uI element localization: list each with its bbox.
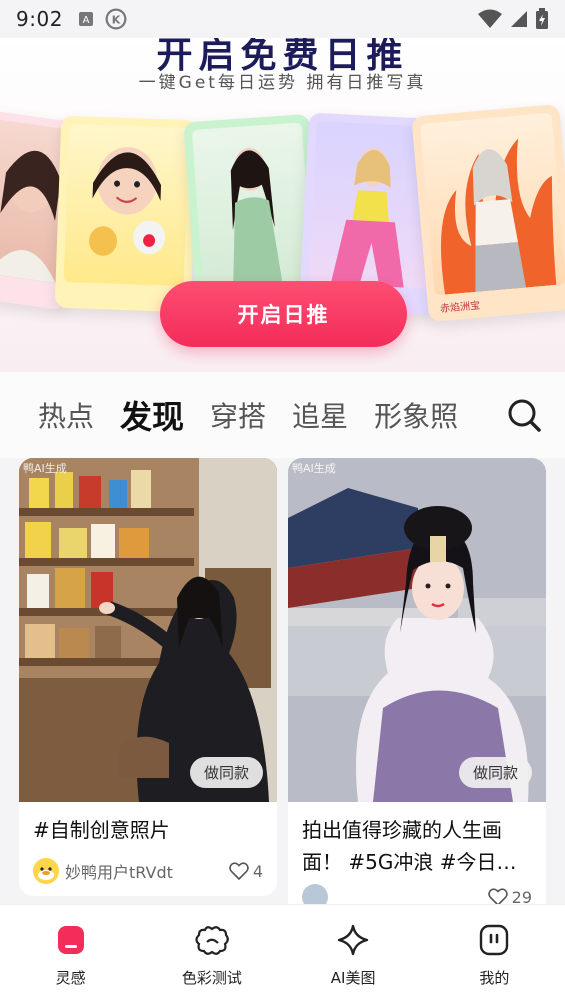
post-photo[interactable]: 鸭AI生成 做同款 <box>19 458 277 802</box>
cartoon-portrait-image <box>89 147 166 256</box>
sim-card-icon: A <box>78 12 93 26</box>
nav-profile[interactable]: 我的 <box>424 905 565 1004</box>
inspiration-icon <box>57 926 84 954</box>
like-count: 4 <box>252 861 263 881</box>
daily-push-banner: 开启免费日推 一键Get每日运势 拥有日推写真 赤焰洲宝 开启日推 <box>0 38 565 372</box>
portrait-image <box>440 138 557 295</box>
flower-icon <box>195 926 229 955</box>
nav-label: 灵感 <box>55 969 86 987</box>
svg-text:A: A <box>83 15 90 26</box>
portrait-card[interactable] <box>54 115 198 313</box>
feed-post[interactable]: 鸭AI生成 做同款 #自制创意照片 妙鸭用户tRVdt 4 <box>19 458 277 896</box>
tab-discover[interactable]: 发现 <box>120 392 184 438</box>
signal-icon <box>511 11 527 27</box>
status-time: 9:02 <box>16 7 63 31</box>
post-caption[interactable]: #自制创意照片 <box>19 802 277 846</box>
palace-portrait-image <box>288 458 546 802</box>
tab-hot[interactable]: 热点 <box>38 395 94 435</box>
tab-portrait[interactable]: 形象照 <box>374 395 458 435</box>
like-button[interactable]: 4 <box>229 862 263 881</box>
start-daily-push-button[interactable]: 开启日推 <box>160 281 407 347</box>
ai-watermark: 鸭AI生成 <box>292 462 336 475</box>
feed-grid: 鸭AI生成 做同款 #自制创意照片 妙鸭用户tRVdt 4 鸭AI生成 做同款 … <box>0 458 565 922</box>
k-badge-icon: K <box>105 8 127 30</box>
store-shelf-image <box>19 458 277 802</box>
profile-icon <box>480 924 509 956</box>
portrait-image <box>230 147 283 290</box>
post-meta: 妙鸭用户tRVdt 4 <box>19 846 277 896</box>
username[interactable]: 妙鸭用户tRVdt <box>65 859 173 883</box>
category-tabs: 热点 发现 穿搭 追星 形象照 <box>0 372 565 458</box>
heart-icon <box>229 862 249 880</box>
nav-ai-photo[interactable]: AI美图 <box>283 905 424 1004</box>
svg-text:K: K <box>112 13 121 26</box>
nav-label: AI美图 <box>330 969 376 987</box>
nav-color-test[interactable]: 色彩测试 <box>141 905 282 1004</box>
bottom-navigation: 灵感 色彩测试 AI美图 我的 <box>0 904 565 1004</box>
portrait-card[interactable]: 赤焰洲宝 <box>411 103 565 323</box>
search-icon[interactable] <box>507 398 541 432</box>
tab-outfit[interactable]: 穿搭 <box>210 395 266 435</box>
wifi-icon <box>478 9 502 28</box>
post-caption[interactable]: 拍出值得珍藏的人生画面！ #5G冲浪 #今日… <box>288 802 546 878</box>
ai-watermark: 鸭AI生成 <box>23 462 67 475</box>
post-photo[interactable]: 鸭AI生成 做同款 <box>288 458 546 802</box>
nav-label: 色彩测试 <box>181 969 242 987</box>
feed-post[interactable]: 鸭AI生成 做同款 拍出值得珍藏的人生画面！ #5G冲浪 #今日… 29 <box>288 458 546 922</box>
avatar[interactable] <box>33 858 59 884</box>
banner-subtitle: 一键Get每日运势 拥有日推写真 <box>138 73 427 93</box>
app-screen: 9:02 A K 开启免费日推 一键Get每日运势 拥有日推写真 赤焰洲宝 开启… <box>0 0 565 1004</box>
status-bar: 9:02 A K <box>0 0 565 38</box>
make-same-button[interactable]: 做同款 <box>458 757 532 788</box>
nav-inspiration[interactable]: 灵感 <box>0 905 141 1004</box>
sparkle-icon <box>337 924 369 956</box>
duck-avatar-icon <box>33 858 59 884</box>
tab-celebrity[interactable]: 追星 <box>292 395 348 435</box>
battery-icon <box>536 8 548 29</box>
nav-label: 我的 <box>479 969 510 987</box>
card-caption: 赤焰洲宝 <box>439 300 481 316</box>
make-same-button[interactable]: 做同款 <box>189 757 263 788</box>
